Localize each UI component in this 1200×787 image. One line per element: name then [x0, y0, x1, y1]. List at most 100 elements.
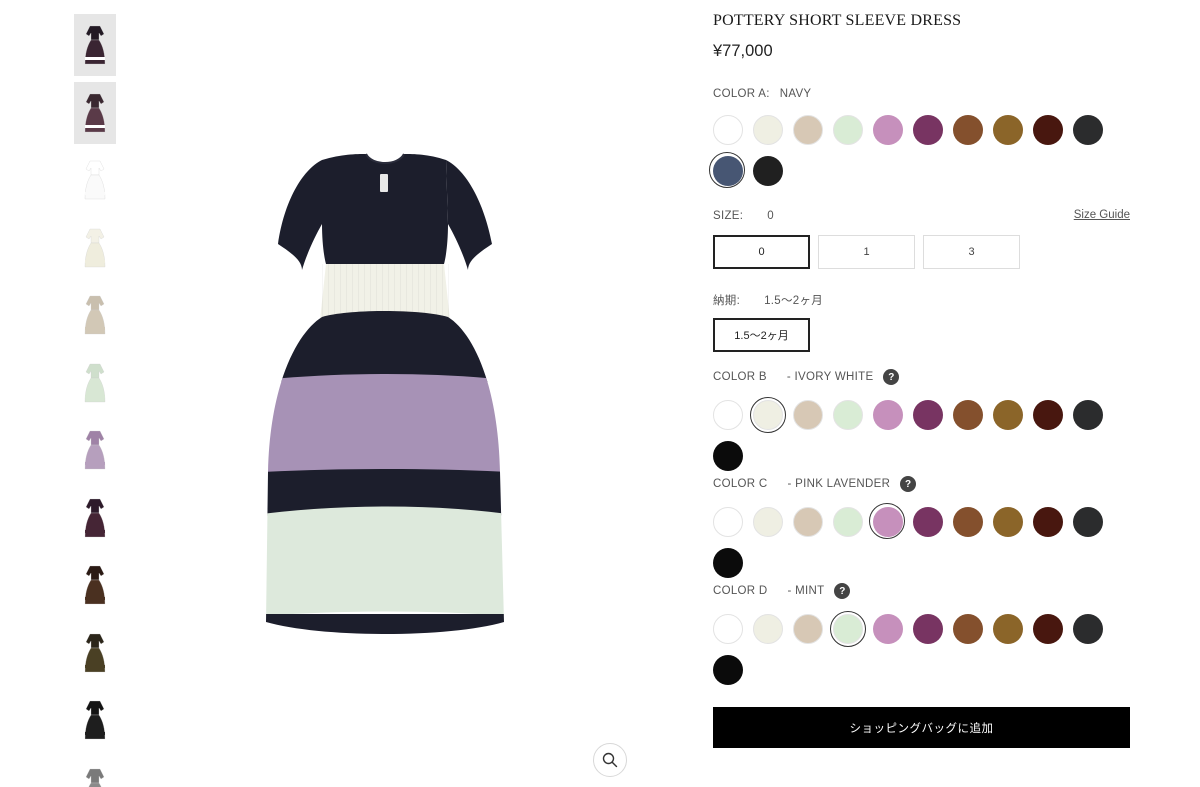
color-c-swatch-charcoal[interactable]: [1073, 507, 1103, 537]
thumb-beige[interactable]: [74, 284, 116, 346]
thumb-brown[interactable]: [74, 554, 116, 616]
color-c-swatch-black[interactable]: [713, 548, 743, 578]
color-d-swatch-brown[interactable]: [953, 614, 983, 644]
color-b-swatch-ochre[interactable]: [993, 400, 1023, 430]
thumb-olive[interactable]: [74, 622, 116, 684]
thumb-white[interactable]: [74, 149, 116, 211]
thumb-grey[interactable]: [74, 757, 116, 787]
sleeve-right: [446, 160, 492, 270]
delivery-option[interactable]: 1.5〜2ヶ月: [713, 318, 810, 352]
thumbnail-list: [74, 14, 116, 787]
delivery-label: 納期:: [713, 295, 741, 307]
color-d-swatch-ochre[interactable]: [993, 614, 1023, 644]
color-b-swatch-white[interactable]: [713, 400, 743, 430]
color-b-swatch-mint[interactable]: [833, 400, 863, 430]
thumb-ivory[interactable]: [74, 217, 116, 279]
thumb-plum[interactable]: [74, 487, 116, 549]
color-b-swatch-brown[interactable]: [953, 400, 983, 430]
color-c-swatch-ivory[interactable]: [753, 507, 783, 537]
thumb-navy-multi[interactable]: [74, 14, 116, 76]
dress-thumbnail-icon: [84, 498, 106, 537]
color-a-swatch-mint[interactable]: [833, 115, 863, 145]
dress-thumbnail-icon: [84, 93, 106, 132]
thumb-black[interactable]: [74, 689, 116, 751]
add-to-bag-button[interactable]: ショッピングバッグに追加: [713, 707, 1130, 748]
dress-thumbnail-icon: [84, 633, 106, 672]
color-d-label: COLOR D: [713, 585, 768, 597]
color-b-swatch-black[interactable]: [713, 441, 743, 471]
color-b-label-row: COLOR B - IVORY WHITE ?: [713, 369, 900, 385]
color-b-swatch-plum[interactable]: [913, 400, 943, 430]
color-a-swatch-chocolate[interactable]: [1033, 115, 1063, 145]
bodice: [322, 154, 448, 264]
size-option-3[interactable]: 3: [923, 235, 1020, 269]
product-price: ¥77,000: [713, 42, 773, 60]
color-b-swatch-charcoal[interactable]: [1073, 400, 1103, 430]
color-b-swatch-ivory[interactable]: [750, 397, 786, 433]
zoom-button[interactable]: [593, 743, 627, 777]
dress-thumbnail-icon: [84, 363, 106, 402]
color-a-swatch-black[interactable]: [753, 156, 783, 186]
delivery-label-row: 納期: 1.5〜2ヶ月: [713, 292, 823, 308]
color-d-swatch-chocolate[interactable]: [1033, 614, 1063, 644]
color-c-swatch-beige[interactable]: [793, 507, 823, 537]
color-a-label: COLOR A:: [713, 88, 770, 100]
color-d-label-row: COLOR D - MINT ?: [713, 583, 851, 599]
dress-thumbnail-icon: [84, 295, 106, 335]
color-c-swatch-brown[interactable]: [953, 507, 983, 537]
color-a-swatch-brown[interactable]: [953, 115, 983, 145]
product-panel: POTTERY SHORT SLEEVE DRESS ¥77,000 COLOR…: [709, 0, 1133, 787]
color-a-swatch-ochre[interactable]: [993, 115, 1023, 145]
color-a-swatch-beige[interactable]: [793, 115, 823, 145]
color-a-swatch-ivory[interactable]: [753, 115, 783, 145]
dress-thumbnail-icon: [84, 700, 106, 740]
magnifier-icon: [602, 752, 618, 768]
size-option-1[interactable]: 1: [818, 235, 915, 269]
skirt: [266, 311, 504, 634]
color-c-value: - PINK LAVENDER: [787, 478, 891, 490]
size-value: 0: [767, 210, 774, 222]
color-c-help-icon[interactable]: ?: [900, 476, 917, 492]
color-c-label: COLOR C: [713, 478, 768, 490]
color-a-swatch-navy[interactable]: [709, 152, 745, 188]
dress-thumbnail-icon: [84, 25, 106, 65]
size-label: SIZE:: [713, 210, 744, 222]
color-b-help-icon[interactable]: ?: [883, 369, 900, 385]
color-a-swatch-pink-lavender[interactable]: [873, 115, 903, 145]
color-b-swatch-chocolate[interactable]: [1033, 400, 1063, 430]
color-b-value: - IVORY WHITE: [786, 371, 874, 383]
color-d-swatch-mint[interactable]: [830, 611, 866, 647]
color-b-swatch-beige[interactable]: [793, 400, 823, 430]
color-d-swatch-black[interactable]: [713, 655, 743, 685]
color-b-swatch-pink-lavender[interactable]: [873, 400, 903, 430]
color-d-help-icon[interactable]: ?: [834, 583, 851, 599]
dress-thumbnail-icon: [84, 160, 106, 200]
color-a-swatch-plum[interactable]: [913, 115, 943, 145]
product-main-image: [262, 152, 508, 652]
color-c-swatch-ochre[interactable]: [993, 507, 1023, 537]
thumb-navy-multi-back[interactable]: [74, 81, 116, 144]
color-d-swatch-charcoal[interactable]: [1073, 614, 1103, 644]
color-c-swatch-white[interactable]: [713, 507, 743, 537]
size-option-0[interactable]: 0: [713, 235, 810, 269]
color-d-swatch-beige[interactable]: [793, 614, 823, 644]
color-a-swatch-white[interactable]: [713, 115, 743, 145]
dress-thumbnail-icon: [84, 228, 106, 267]
color-d-swatch-white[interactable]: [713, 614, 743, 644]
color-c-swatch-pink-lavender[interactable]: [869, 503, 905, 539]
color-a-swatch-charcoal[interactable]: [1073, 115, 1103, 145]
dress-illustration: [266, 153, 504, 634]
color-c-swatch-chocolate[interactable]: [1033, 507, 1063, 537]
color-d-swatch-pink-lavender[interactable]: [873, 614, 903, 644]
size-label-row: SIZE: 0: [713, 210, 774, 222]
color-a-value: NAVY: [779, 88, 812, 100]
color-d-swatch-plum[interactable]: [913, 614, 943, 644]
thumb-lavender[interactable]: [74, 419, 116, 481]
color-c-swatch-plum[interactable]: [913, 507, 943, 537]
dress-thumbnail-icon: [84, 430, 106, 470]
color-d-swatch-ivory[interactable]: [753, 614, 783, 644]
color-c-label-row: COLOR C - PINK LAVENDER ?: [713, 476, 917, 492]
size-guide-link[interactable]: Size Guide: [1074, 209, 1130, 221]
color-c-swatch-mint[interactable]: [833, 507, 863, 537]
thumb-mint[interactable]: [74, 352, 116, 414]
